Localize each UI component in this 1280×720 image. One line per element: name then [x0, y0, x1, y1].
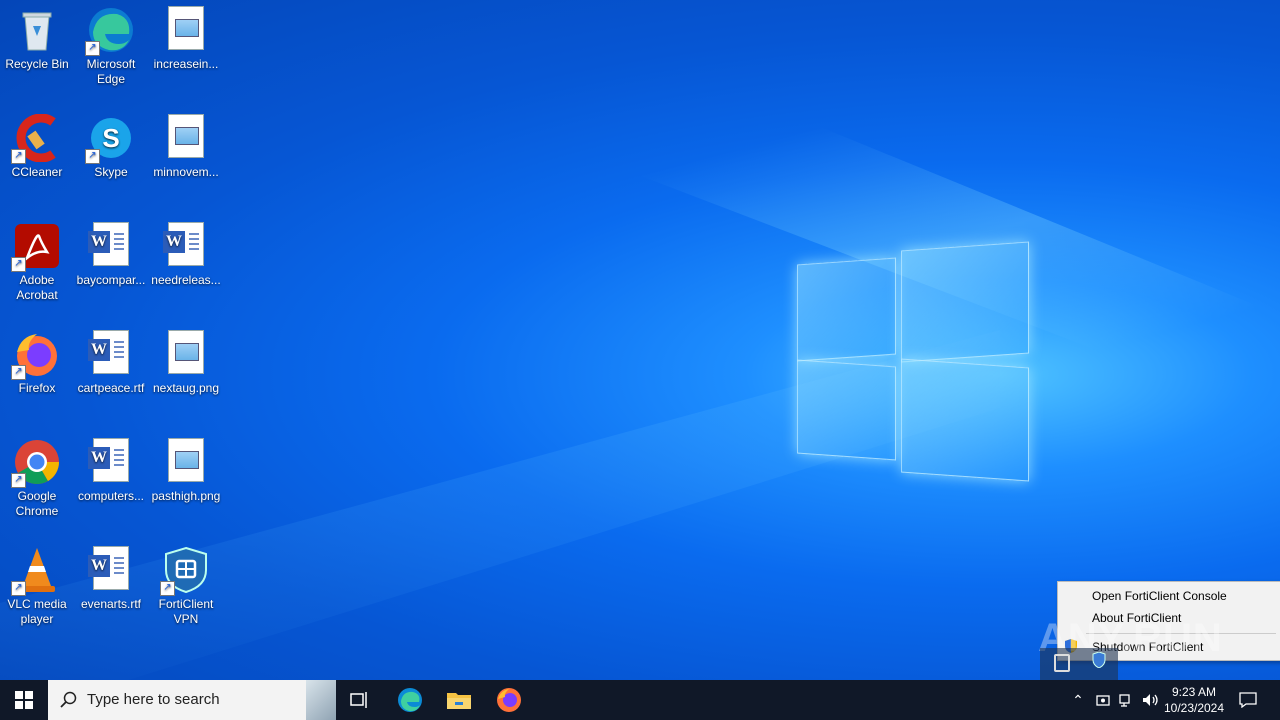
chevron-up-icon: ⌃	[1072, 691, 1084, 708]
search-placeholder: Type here to search	[87, 691, 220, 708]
shortcut-arrow-icon: ↗	[160, 581, 175, 596]
desktop-icon-label: Skype	[94, 165, 128, 179]
desktop-icon-label: pasthigh.png	[151, 489, 221, 503]
desktop-icon[interactable]: Wevenarts.rtf	[74, 540, 148, 612]
desktop-icon[interactable]: increasein...	[149, 0, 223, 72]
shortcut-arrow-icon: ↗	[11, 581, 26, 596]
desktop-icon-label: Recycle Bin	[5, 57, 69, 71]
word-doc-icon: W	[162, 222, 210, 270]
meet-now-icon[interactable]	[1093, 680, 1113, 720]
desktop-icon[interactable]: Wcartpeace.rtf	[74, 324, 148, 396]
chrome-icon: ↗	[11, 438, 61, 488]
word-doc-icon: W	[87, 546, 135, 594]
recycle-bin-icon	[13, 6, 61, 54]
shortcut-arrow-icon: ↗	[11, 365, 26, 380]
desktop-icon-label: needreleas...	[151, 273, 221, 287]
folder-icon	[447, 693, 471, 709]
shortcut-arrow-icon: ↗	[85, 41, 100, 56]
search-box[interactable]: Type here to search	[48, 680, 336, 720]
ccleaner-icon: ↗	[11, 113, 61, 164]
desktop-icon[interactable]: Wcomputers...	[74, 432, 148, 504]
svg-text:S: S	[102, 123, 119, 153]
desktop-icon-label: cartpeace.rtf	[77, 381, 145, 395]
shortcut-arrow-icon: ↗	[11, 473, 26, 488]
windows-logo-wallpaper	[797, 241, 1029, 482]
search-icon	[60, 691, 77, 708]
desktop-icon[interactable]: Wneedreleas...	[149, 216, 223, 288]
taskbar-firefox[interactable]	[489, 680, 529, 720]
windows-start-icon	[15, 691, 33, 709]
desktop-icon[interactable]: ↗ FortiClient VPN	[149, 540, 223, 627]
shortcut-arrow-icon: ↗	[11, 257, 26, 272]
word-doc-icon: W	[87, 222, 135, 270]
desktop-icon[interactable]: ↗ Firefox	[0, 324, 74, 396]
desktop-icon-label: FortiClient VPN	[158, 597, 214, 626]
desktop-icon[interactable]: Wbaycompar...	[74, 216, 148, 288]
firefox-icon: ↗	[11, 330, 61, 380]
desktop-icon[interactable]: minnovem...	[149, 108, 223, 180]
desktop-icon-label: CCleaner	[11, 165, 63, 179]
network-icon[interactable]	[1117, 680, 1137, 720]
image-file-icon	[162, 330, 210, 378]
desktop-icon-label: baycompar...	[76, 273, 146, 287]
task-view-button[interactable]	[340, 680, 380, 720]
desktop-icon-label: Adobe Acrobat	[16, 273, 58, 302]
task-view-icon	[350, 692, 367, 708]
desktop-icon[interactable]: ↗ Adobe Acrobat	[0, 216, 74, 303]
volume-icon[interactable]	[1141, 680, 1161, 720]
desktop-icon-label: Microsoft Edge	[86, 57, 136, 86]
search-highlight-image	[306, 680, 336, 720]
image-file-icon	[162, 114, 210, 162]
desktop-icon[interactable]: nextaug.png	[149, 324, 223, 396]
show-hidden-icons-button[interactable]: ⌃	[1068, 680, 1088, 720]
shortcut-arrow-icon: ↗	[11, 149, 26, 164]
clock[interactable]: 9:23 AM 10/23/2024	[1162, 680, 1226, 720]
clock-date: 10/23/2024	[1163, 701, 1225, 715]
acrobat-icon: ↗	[11, 222, 61, 272]
desktop-icon[interactable]: pasthigh.png	[149, 432, 223, 504]
action-center-button[interactable]	[1234, 680, 1262, 720]
desktop-icon[interactable]: ↗ CCleaner	[0, 108, 74, 180]
desktop-icon-label: nextaug.png	[152, 381, 220, 395]
desktop-icon-label: VLC media player	[7, 597, 67, 626]
tray-overflow-area	[1040, 648, 1118, 680]
edge-icon: ↗	[85, 6, 135, 56]
desktop-icon-label: evenarts.rtf	[80, 597, 142, 611]
word-doc-icon: W	[87, 438, 135, 486]
notification-icon	[1239, 692, 1257, 708]
taskbar-file-explorer[interactable]	[439, 680, 479, 720]
image-file-icon	[162, 438, 210, 486]
desktop-icon-label: Firefox	[18, 381, 56, 395]
desktop-icon-label: computers...	[77, 489, 145, 503]
menu-item-open-console[interactable]: Open FortiClient Console	[1092, 589, 1227, 603]
shortcut-arrow-icon: ↗	[85, 149, 100, 164]
forticlient-icon: ↗	[160, 546, 210, 596]
taskbar-edge[interactable]	[390, 680, 430, 720]
clock-time: 9:23 AM	[1171, 685, 1217, 699]
desktop-icon[interactable]: ↗ Microsoft Edge	[74, 0, 148, 87]
vlc-icon: ↗	[11, 546, 61, 596]
skype-icon: S ↗	[85, 114, 135, 164]
desktop-icon[interactable]: S ↗ Skype	[74, 108, 148, 180]
desktop-icon-label: Google Chrome	[15, 489, 59, 518]
forticlient-tray-icon[interactable]	[1092, 651, 1106, 669]
firefox-icon	[497, 688, 521, 712]
word-doc-icon: W	[87, 330, 135, 378]
image-file-icon	[162, 6, 210, 54]
desktop-icon[interactable]: Recycle Bin	[0, 0, 74, 72]
desktop-icon-label: minnovem...	[153, 165, 219, 179]
desktop-icon[interactable]: ↗ VLC media player	[0, 540, 74, 627]
edge-icon	[398, 688, 422, 712]
desktop-icon[interactable]: ↗ Google Chrome	[0, 432, 74, 519]
start-button[interactable]	[0, 680, 48, 720]
desktop-icon-label: increasein...	[153, 57, 219, 71]
usb-icon[interactable]	[1054, 654, 1070, 672]
